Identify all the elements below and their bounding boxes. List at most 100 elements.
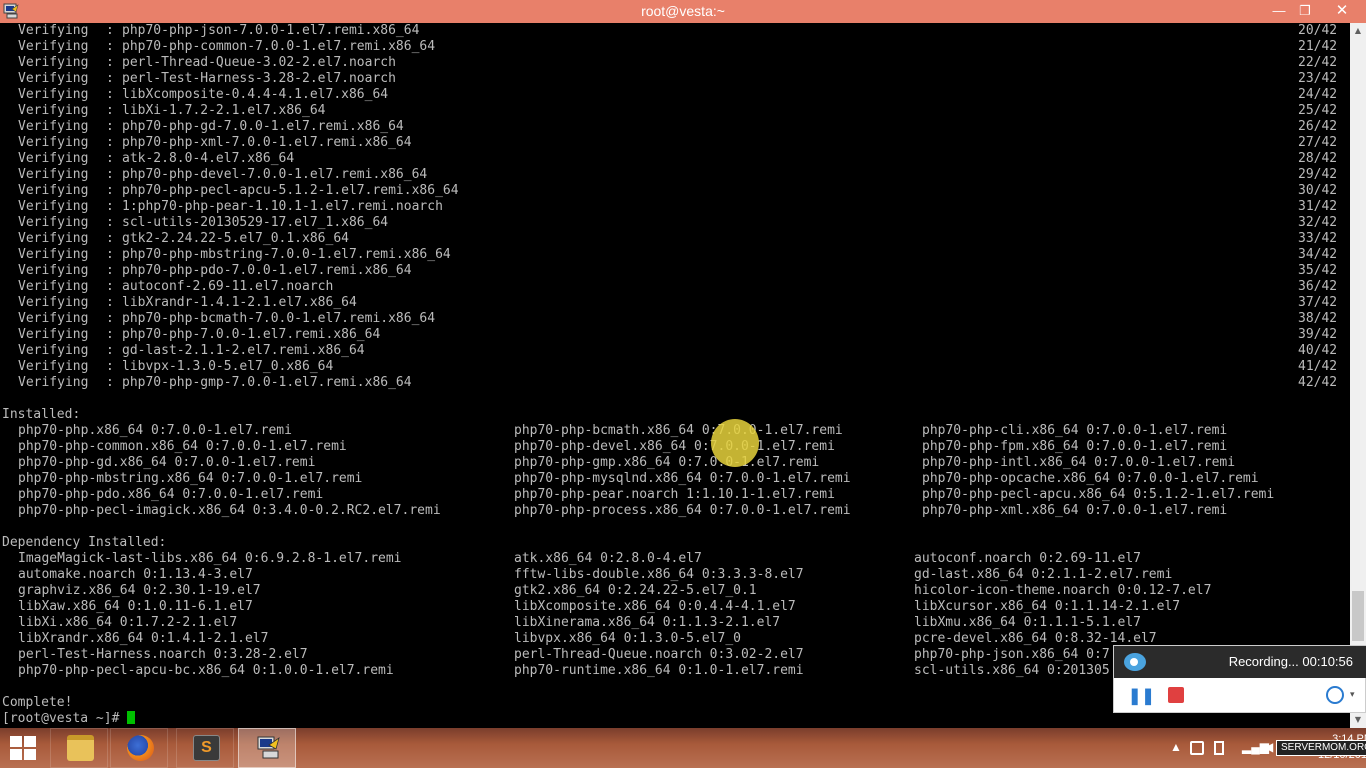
verify-package: php70-php-pecl-apcu-5.1.2-1.el7.remi.x86…	[122, 183, 459, 198]
minimize-button[interactable]: —	[1266, 0, 1292, 23]
scroll-up-arrow-icon[interactable]: ▲	[1350, 23, 1366, 39]
verify-label: Verifying	[18, 327, 89, 342]
dependency-package: php70-php-pecl-apcu-bc.x86_64 0:1.0.0-1.…	[18, 663, 394, 678]
verify-package: php70-php-7.0.0-1.el7.remi.x86_64	[122, 327, 381, 342]
verify-label: Verifying	[18, 199, 89, 214]
dependency-package: libXinerama.x86_64 0:1.1.3-2.1.el7	[514, 615, 781, 630]
verify-label: Verifying	[18, 119, 89, 134]
recording-status: Recording... 00:10:56	[1228, 654, 1353, 669]
verify-package: libvpx-1.3.0-5.el7_0.x86_64	[122, 359, 334, 374]
dependency-package: fftw-libs-double.x86_64 0:3.3.3-8.el7	[514, 567, 804, 582]
verify-separator: :	[106, 167, 114, 182]
mouse-click-highlight	[711, 419, 759, 467]
verify-label: Verifying	[18, 375, 89, 390]
dependency-package: libXcursor.x86_64 0:1.1.14-2.1.el7	[914, 599, 1181, 614]
dependency-package: libXaw.x86_64 0:1.0.11-6.1.el7	[18, 599, 253, 614]
taskbar: S ▲ ▂▄▆ ◀ 3:14 PM 12/10/2015	[0, 728, 1366, 768]
installed-package: php70-php-mysqlnd.x86_64 0:7.0.0-1.el7.r…	[514, 471, 851, 486]
verify-progress: 29/42	[1298, 167, 1338, 182]
verify-progress: 21/42	[1298, 39, 1338, 54]
installed-package: php70-php-fpm.x86_64 0:7.0.0-1.el7.remi	[922, 439, 1228, 454]
stop-icon[interactable]	[1168, 687, 1184, 703]
verify-package: php70-php-xml-7.0.0-1.el7.remi.x86_64	[122, 135, 412, 150]
verify-label: Verifying	[18, 71, 89, 86]
vertical-scrollbar[interactable]: ▲ ▼	[1350, 23, 1366, 728]
verify-progress: 25/42	[1298, 103, 1338, 118]
terminal-output[interactable]: Verifying: php70-php-json-7.0.0-1.el7.rem…	[0, 23, 1350, 728]
verify-separator: :	[106, 327, 114, 342]
verify-label: Verifying	[18, 279, 89, 294]
verify-package: php70-php-gd-7.0.0-1.el7.remi.x86_64	[122, 119, 404, 134]
close-button[interactable]: ✕	[1320, 0, 1364, 23]
watermark-logo: SERVERMOM.ORG	[1276, 740, 1366, 756]
verify-progress: 36/42	[1298, 279, 1338, 294]
verify-package: gtk2-2.24.22-5.el7_0.1.x86_64	[122, 231, 349, 246]
verify-package: 1:php70-php-pear-1.10.1-1.el7.remi.noarc…	[122, 199, 443, 214]
verify-separator: :	[106, 55, 114, 70]
verify-package: gd-last-2.1.1-2.el7.remi.x86_64	[122, 343, 365, 358]
installed-package: php70-php-mbstring.x86_64 0:7.0.0-1.el7.…	[18, 471, 363, 486]
verify-package: perl-Thread-Queue-3.02-2.el7.noarch	[122, 55, 396, 70]
verify-progress: 32/42	[1298, 215, 1338, 230]
dependency-package: atk.x86_64 0:2.8.0-4.el7	[514, 551, 702, 566]
windows-start-icon[interactable]	[10, 736, 38, 762]
show-hidden-icon[interactable]: ▲	[1170, 740, 1182, 754]
dependency-package: libXcomposite.x86_64 0:0.4.4-4.1.el7	[514, 599, 796, 614]
pause-icon[interactable]: ❚❚	[1128, 686, 1155, 706]
verify-progress: 37/42	[1298, 295, 1338, 310]
recording-header: Recording... 00:10:56	[1114, 646, 1366, 678]
action-center-icon[interactable]	[1190, 741, 1204, 755]
shell-prompt: [root@vesta ~]#	[2, 711, 136, 727]
verify-label: Verifying	[18, 359, 89, 374]
verify-progress: 40/42	[1298, 343, 1338, 358]
verify-label: Verifying	[18, 39, 89, 54]
verify-separator: :	[106, 23, 114, 38]
verify-progress: 31/42	[1298, 199, 1338, 214]
verify-separator: :	[106, 359, 114, 374]
scroll-down-arrow-icon[interactable]: ▼	[1350, 712, 1366, 728]
verify-label: Verifying	[18, 215, 89, 230]
dropdown-arrow-icon[interactable]: ▾	[1350, 689, 1355, 700]
taskbar-putty[interactable]	[238, 728, 296, 768]
dependency-package: automake.noarch 0:1.13.4-3.el7	[18, 567, 253, 582]
verify-separator: :	[106, 183, 114, 198]
verify-label: Verifying	[18, 87, 89, 102]
taskbar-sublime-text[interactable]: S	[176, 728, 234, 768]
dependency-package: autoconf.noarch 0:2.69-11.el7	[914, 551, 1141, 566]
installed-package: php70-php-gmp.x86_64 0:7.0.0-1.el7.remi	[514, 455, 820, 470]
verify-progress: 27/42	[1298, 135, 1338, 150]
verify-label: Verifying	[18, 295, 89, 310]
verify-package: perl-Test-Harness-3.28-2.el7.noarch	[122, 71, 396, 86]
scroll-thumb[interactable]	[1352, 591, 1364, 641]
putty-icon	[257, 736, 280, 759]
verify-progress: 22/42	[1298, 55, 1338, 70]
terminal-cursor[interactable]	[127, 711, 136, 724]
window-titlebar[interactable]: root@vesta:~ — ❐ ✕	[0, 0, 1366, 23]
device-icon[interactable]	[1214, 741, 1224, 755]
verify-progress: 20/42	[1298, 23, 1338, 38]
verify-separator: :	[106, 215, 114, 230]
taskbar-firefox[interactable]	[110, 728, 168, 768]
recording-widget[interactable]: Recording... 00:10:56 ❚❚ ▾	[1113, 645, 1366, 713]
volume-icon[interactable]: ◀	[1264, 740, 1273, 754]
verify-separator: :	[106, 151, 114, 166]
installed-header: Installed:	[2, 407, 81, 422]
verify-progress: 39/42	[1298, 327, 1338, 342]
verify-label: Verifying	[18, 103, 89, 118]
installed-package: php70-php-process.x86_64 0:7.0.0-1.el7.r…	[514, 503, 851, 518]
dependency-package: php70-runtime.x86_64 0:1.0-1.el7.remi	[514, 663, 804, 678]
verify-package: php70-php-devel-7.0.0-1.el7.remi.x86_64	[122, 167, 428, 182]
installed-package: php70-php-gd.x86_64 0:7.0.0-1.el7.remi	[18, 455, 316, 470]
verify-package: php70-php-mbstring-7.0.0-1.el7.remi.x86_…	[122, 247, 451, 262]
verify-progress: 33/42	[1298, 231, 1338, 246]
maximize-button[interactable]: ❐	[1292, 0, 1318, 23]
dependency-package: php70-php-json.x86_64 0:7	[914, 647, 1110, 662]
share-icon[interactable]	[1326, 686, 1344, 704]
verify-separator: :	[106, 199, 114, 214]
taskbar-file-explorer[interactable]	[50, 728, 108, 768]
verify-package: libXrandr-1.4.1-2.1.el7.x86_64	[122, 295, 357, 310]
prompt-text: [root@vesta ~]#	[2, 711, 128, 726]
verify-separator: :	[106, 39, 114, 54]
verify-label: Verifying	[18, 343, 89, 358]
verify-package: php70-php-pdo-7.0.0-1.el7.remi.x86_64	[122, 263, 412, 278]
